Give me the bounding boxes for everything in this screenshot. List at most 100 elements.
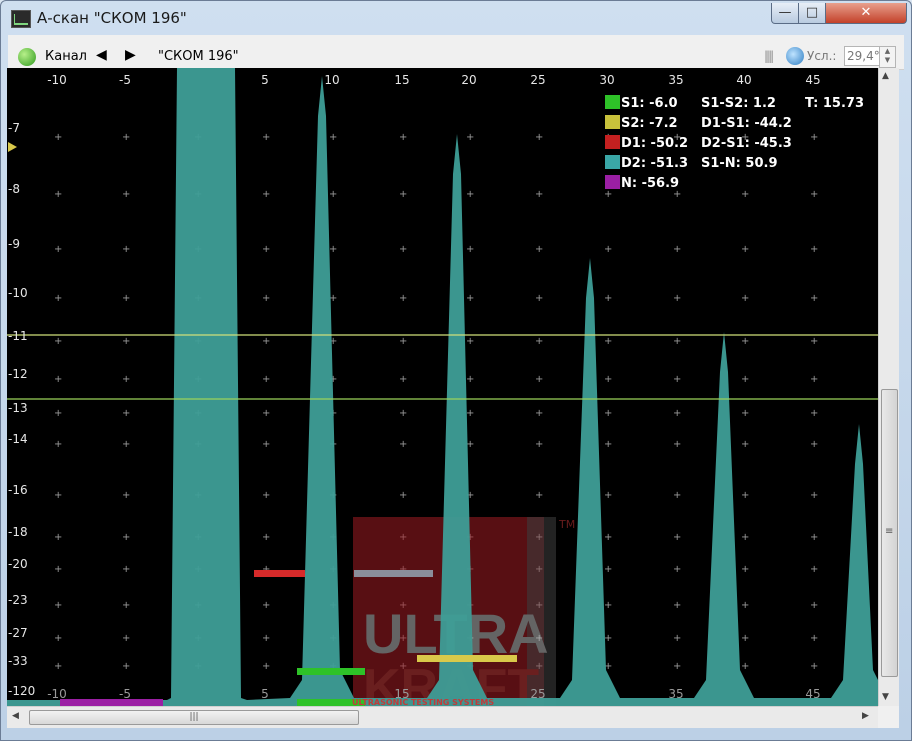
grid-cross: +	[810, 600, 818, 611]
gain-marker-icon[interactable]	[8, 142, 17, 152]
gain-label: Усл.:	[807, 49, 837, 63]
grid-cross: +	[673, 336, 681, 347]
title-bar[interactable]: А-скан "СКОМ 196" — □ ✕	[1, 1, 911, 35]
legend-n: N: -56.9	[621, 176, 679, 191]
grid-cross: +	[122, 408, 130, 419]
grid-cross: +	[741, 439, 749, 450]
ascan-display[interactable]: + + + + + + + + + + + + + + + + + + + + + + + + + + + + + + + + + + + + + + + +…	[7, 68, 878, 706]
grid-cross: +	[262, 189, 270, 200]
x-tick-label: 10	[324, 73, 339, 87]
y-tick-label: -27	[8, 626, 28, 640]
grid-cross: +	[535, 244, 543, 255]
horizontal-scrollbar[interactable]: ◀ ||| ▶	[7, 706, 878, 728]
grid-cross: +	[741, 244, 749, 255]
minimize-button[interactable]: —	[771, 3, 799, 24]
channel-label: Канал	[45, 49, 87, 64]
grid-cross: +	[122, 490, 130, 501]
grid-cross: +	[399, 189, 407, 200]
horizontal-scroll-thumb[interactable]: |||	[29, 710, 359, 725]
grid-cross: +	[399, 293, 407, 304]
grid-cross: +	[262, 374, 270, 385]
gain-spinner[interactable]: ▲ ▼	[879, 46, 896, 68]
y-tick-label: -33	[8, 654, 28, 668]
grid-cross: +	[122, 532, 130, 543]
grid-cross: +	[54, 633, 62, 644]
grid-cross: +	[399, 374, 407, 385]
y-tick-label: -20	[8, 557, 28, 571]
grid-cross: +	[262, 600, 270, 611]
grid-cross: +	[535, 293, 543, 304]
gate-settings-icon[interactable]: ||||	[764, 49, 784, 63]
grid-cross: +	[122, 336, 130, 347]
x-tick-label-bottom: 5	[261, 687, 269, 701]
grid-cross: +	[535, 189, 543, 200]
grid-cross: +	[810, 374, 818, 385]
grid-cross: +	[54, 408, 62, 419]
scroll-left-icon[interactable]: ◀	[12, 711, 19, 721]
legend-s2: S2: -7.2	[621, 116, 678, 131]
legend-t: T: 15.73	[805, 96, 864, 111]
grid-cross: +	[810, 244, 818, 255]
scroll-up-icon[interactable]: ▲	[882, 71, 889, 81]
grid-cross: +	[673, 532, 681, 543]
grid-cross: +	[54, 532, 62, 543]
grid-cross: +	[466, 336, 474, 347]
grid-cross: +	[122, 564, 130, 575]
grid-cross: +	[810, 532, 818, 543]
grid-cross: +	[741, 490, 749, 501]
grid-cross: +	[399, 132, 407, 143]
grid-cross: +	[262, 293, 270, 304]
vertical-scrollbar[interactable]: ▲ ≡ ▼	[878, 68, 899, 706]
grid-cross: +	[122, 633, 130, 644]
channel-status-icon[interactable]	[18, 48, 36, 66]
grid-cross: +	[54, 293, 62, 304]
grid-cross: +	[673, 490, 681, 501]
legend-swatch-s2	[605, 115, 620, 129]
close-button[interactable]: ✕	[825, 3, 907, 24]
x-tick-label-bottom: -10	[47, 687, 67, 701]
scroll-right-icon[interactable]: ▶	[862, 711, 869, 721]
grid-cross: +	[673, 661, 681, 672]
grid-cross: +	[741, 408, 749, 419]
x-axis-top: -10 -5 5 10 15 20 25 30 35 40 45	[47, 73, 820, 87]
grid-cross: +	[54, 490, 62, 501]
scroll-down-icon[interactable]: ▼	[882, 692, 889, 702]
grid-cross: +	[741, 532, 749, 543]
grid-cross: +	[122, 132, 130, 143]
grid-cross: +	[466, 189, 474, 200]
channel-name: "СКОМ 196"	[158, 49, 239, 64]
maximize-button[interactable]: □	[798, 3, 826, 24]
grid-cross: +	[673, 408, 681, 419]
gain-input[interactable]: 29,4°	[844, 46, 882, 66]
x-tick-label: 30	[599, 73, 614, 87]
gate-noise[interactable]	[60, 699, 163, 706]
y-axis: -7 -8 -9 -10 -11 -12 -13 -14 -16 -18 -20 -23 -27 -33 -…	[8, 121, 35, 698]
grid-cross: +	[262, 244, 270, 255]
grid-cross: +	[122, 244, 130, 255]
vertical-scroll-thumb[interactable]: ≡	[881, 389, 898, 677]
grid-cross: +	[54, 600, 62, 611]
y-tick-label: -9	[8, 237, 20, 251]
grid-cross: +	[673, 439, 681, 450]
gate-s1[interactable]	[297, 668, 365, 675]
arrow-right-icon[interactable]: ▶	[125, 47, 136, 63]
grid-cross: +	[604, 336, 612, 347]
gate-d2[interactable]	[354, 570, 433, 577]
grid-cross: +	[810, 336, 818, 347]
grid-cross: +	[399, 439, 407, 450]
grid-cross: +	[741, 293, 749, 304]
window-title: А-скан "СКОМ 196"	[37, 9, 187, 27]
grid-cross: +	[399, 244, 407, 255]
grid-cross: +	[262, 661, 270, 672]
grid-cross: +	[535, 336, 543, 347]
gate-s2[interactable]	[417, 655, 517, 662]
x-tick-label: 20	[461, 73, 476, 87]
legend-d2: D2: -51.3	[621, 156, 688, 171]
grid-cross: +	[262, 532, 270, 543]
gate-d1[interactable]	[254, 570, 305, 577]
watermark-tm: TM	[558, 518, 575, 531]
grid-cross: +	[810, 633, 818, 644]
arrow-left-icon[interactable]: ◀	[96, 47, 107, 63]
refresh-icon[interactable]	[786, 47, 804, 65]
grid-cross: +	[262, 633, 270, 644]
